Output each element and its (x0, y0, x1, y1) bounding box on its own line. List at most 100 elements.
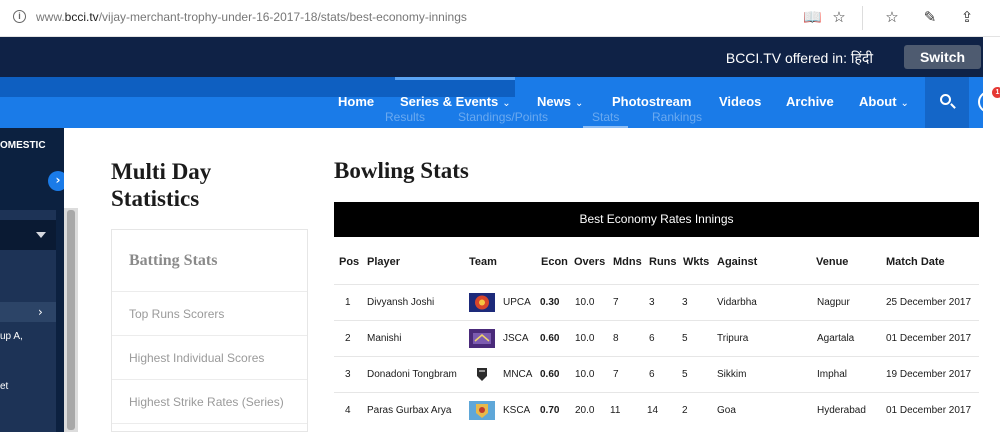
nav-photostream[interactable]: Photostream (612, 94, 691, 109)
col-header-pos[interactable]: Pos (339, 256, 359, 268)
cell-player[interactable]: Donadoni Tongbram (367, 369, 457, 380)
domestic-side-panel: OMESTIC › › up A, et (0, 128, 64, 432)
cell-player[interactable]: Paras Gurbax Arya (367, 405, 451, 416)
caret-down-icon (36, 232, 46, 238)
nav-videos[interactable]: Videos (719, 94, 761, 109)
cell-runs: 6 (649, 369, 655, 380)
nav-series-events[interactable]: Series & Events ⌄ (400, 94, 511, 109)
share-icon[interactable]: ⇪ (958, 8, 976, 26)
cell-date: 25 December 2017 (886, 297, 972, 308)
cell-against: Vidarbha (717, 297, 757, 308)
col-header-econ[interactable]: Econ (541, 256, 568, 268)
nav-home[interactable]: Home (338, 94, 374, 109)
col-header-overs[interactable]: Overs (574, 256, 605, 268)
competition-select[interactable] (0, 220, 56, 250)
cell-wkts: 3 (682, 297, 688, 308)
cell-runs: 3 (649, 297, 655, 308)
cell-date: 01 December 2017 (886, 405, 972, 416)
side-panel-scrollbar[interactable] (64, 208, 78, 432)
cell-pos: 2 (345, 333, 351, 344)
chevron-right-icon: › (38, 305, 43, 319)
col-header-wkts[interactable]: Wkts (683, 256, 709, 268)
col-header-player[interactable]: Player (367, 256, 400, 268)
stats-menu: Batting Stats Top Runs Scorers Highest I… (111, 229, 308, 432)
col-header-venue[interactable]: Venue (816, 256, 848, 268)
search-icon (940, 94, 951, 105)
divider (112, 423, 307, 424)
cell-venue: Hyderabad (817, 405, 866, 416)
notification-badge: 1 (992, 87, 1000, 98)
url-prefix: www. (36, 10, 65, 24)
chat-icon[interactable]: 1 (978, 87, 1000, 113)
cell-team[interactable]: KSCA (503, 405, 530, 416)
cell-pos: 1 (345, 297, 351, 308)
cell-overs: 10.0 (575, 333, 595, 344)
nav-highlight-line (395, 77, 515, 80)
cell-runs: 14 (647, 405, 659, 416)
cell-econ: 0.60 (540, 369, 560, 380)
cell-venue: Agartala (817, 333, 855, 344)
cell-team[interactable]: JSCA (503, 333, 529, 344)
highest-strike-rates-link[interactable]: Highest Strike Rates (Series) (129, 395, 284, 409)
nav-archive[interactable]: Archive (786, 94, 834, 109)
cell-wkts: 5 (682, 369, 688, 380)
chevron-right-icon[interactable]: › (48, 171, 64, 191)
switch-language-button[interactable]: Switch (904, 45, 981, 69)
side-panel-text: up A, (0, 331, 23, 342)
side-panel-text: et (0, 381, 9, 392)
info-icon[interactable]: i (13, 10, 26, 23)
side-panel-item[interactable]: › (0, 302, 56, 322)
url-domain: bcci.tv (64, 10, 99, 24)
cell-against: Goa (717, 405, 736, 416)
cell-team[interactable]: MNCA (503, 369, 532, 380)
favorite-star-icon[interactable]: ☆ (830, 8, 848, 26)
pen-icon[interactable]: ✎ (921, 8, 939, 26)
col-header-against[interactable]: Against (717, 256, 757, 268)
col-header-match-date[interactable]: Match Date (886, 256, 945, 268)
nav-about[interactable]: About ⌄ (859, 94, 909, 109)
url-path: /vijay-merchant-trophy-under-16-2017-18/… (98, 10, 467, 24)
search-button[interactable] (925, 77, 969, 128)
ksca-logo-icon (469, 401, 495, 420)
cell-mdns: 11 (610, 405, 621, 416)
highest-individual-scores-link[interactable]: Highest Individual Scores (129, 351, 264, 365)
ghost-tab-rankings: Rankings (652, 110, 703, 124)
language-bar: BCCI.TV offered in: हिंदी Switch (0, 37, 983, 77)
jsca-logo-icon (469, 329, 495, 348)
ghost-tab-standings: Standings/Points (458, 110, 549, 124)
cell-team[interactable]: UPCA (503, 297, 531, 308)
cell-player[interactable]: Manishi (367, 333, 401, 344)
cell-pos: 3 (345, 369, 351, 380)
domestic-heading: OMESTIC (0, 140, 46, 151)
nav-news[interactable]: News ⌄ (537, 94, 583, 109)
cell-venue: Imphal (817, 369, 848, 380)
reading-view-icon[interactable]: 📖 (803, 8, 822, 26)
cell-against: Sikkim (717, 369, 747, 380)
cell-player[interactable]: Divyansh Joshi (367, 297, 434, 308)
sidebar-title: Multi Day Statistics (111, 159, 212, 211)
col-header-runs[interactable]: Runs (649, 256, 677, 268)
cell-date: 01 December 2017 (886, 333, 972, 344)
table-row: 3 Donadoni Tongbram MNCA 0.60 10.0 7 6 5… (334, 356, 979, 392)
table-row: 2 Manishi JSCA 0.60 10.0 8 6 5 Tripura A… (334, 320, 979, 356)
favorites-list-icon[interactable]: ☆ (883, 8, 901, 26)
cell-pos: 4 (345, 405, 351, 416)
url-field[interactable]: www.bcci.tv/vijay-merchant-trophy-under-… (36, 10, 467, 24)
nav-news-label: News (537, 94, 571, 109)
divider (112, 379, 307, 380)
chevron-down-icon: ⌄ (502, 98, 511, 109)
col-header-mdns[interactable]: Mdns (613, 256, 642, 268)
col-header-team[interactable]: Team (469, 256, 497, 268)
table-row: 1 Divyansh Joshi UPCA 0.30 10.0 7 3 3 Vi… (334, 284, 979, 320)
table-title-bar: Best Economy Rates Innings (334, 202, 979, 237)
page-title: Bowling Stats (334, 158, 469, 183)
toolbar-divider (862, 6, 863, 30)
scrollbar-thumb[interactable] (67, 210, 75, 430)
cell-econ: 0.60 (540, 333, 560, 344)
top-runs-scorers-link[interactable]: Top Runs Scorers (129, 307, 224, 321)
divider (112, 335, 307, 336)
cell-overs: 10.0 (575, 369, 595, 380)
ghost-tab-results: Results (385, 110, 426, 124)
upca-logo-icon (469, 293, 495, 312)
cell-mdns: 7 (613, 369, 619, 380)
